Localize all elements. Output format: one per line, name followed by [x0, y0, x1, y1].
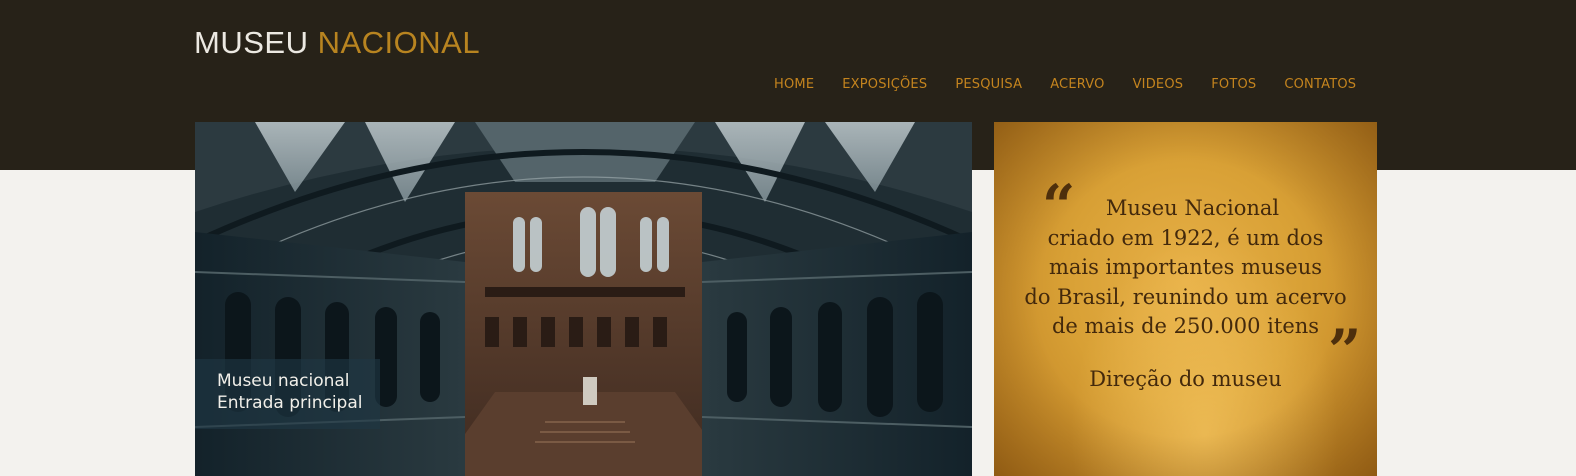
- caption-subtitle: Entrada principal: [217, 393, 363, 413]
- quote-author: Direção do museu: [1089, 367, 1282, 391]
- main-nav: HOME EXPOSIÇÕES PESQUISA ACERVO VIDEOS F…: [774, 77, 1356, 93]
- caption-title: Museu nacional: [217, 371, 350, 391]
- quote-card: “ Museu Nacional criado em 1922, é um do…: [994, 122, 1377, 476]
- nav-item-contatos[interactable]: CONTATOS: [1284, 77, 1356, 93]
- nav-item-home[interactable]: HOME: [774, 77, 814, 93]
- quote-line: mais importantes museus: [1048, 255, 1323, 279]
- hero-slide[interactable]: Museu nacional Entrada principal: [195, 122, 972, 476]
- quote-line: Museu Nacional: [1105, 196, 1280, 220]
- hero-caption: Museu nacional Entrada principal: [195, 359, 380, 429]
- quote-line: criado em 1922, é um dos: [1047, 225, 1324, 250]
- nav-item-exposicoes[interactable]: EXPOSIÇÕES: [842, 77, 927, 93]
- nav-item-videos[interactable]: VIDEOS: [1133, 77, 1184, 93]
- nav-item-pesquisa[interactable]: PESQUISA: [955, 77, 1022, 93]
- site-logo[interactable]: MUSEU NACIONAL: [194, 26, 480, 60]
- quote-line: de mais de 250.000 itens: [1051, 314, 1320, 338]
- quote-line: do Brasil, reunindo um acervo: [1024, 284, 1347, 309]
- nav-item-fotos[interactable]: FOTOS: [1211, 77, 1256, 93]
- quote-text: Museu Nacional criado em 1922, é um dos …: [994, 194, 1377, 342]
- logo-word-museu: MUSEU: [194, 25, 309, 60]
- nav-item-acervo[interactable]: ACERVO: [1050, 77, 1104, 93]
- logo-word-nacional: NACIONAL: [317, 25, 481, 60]
